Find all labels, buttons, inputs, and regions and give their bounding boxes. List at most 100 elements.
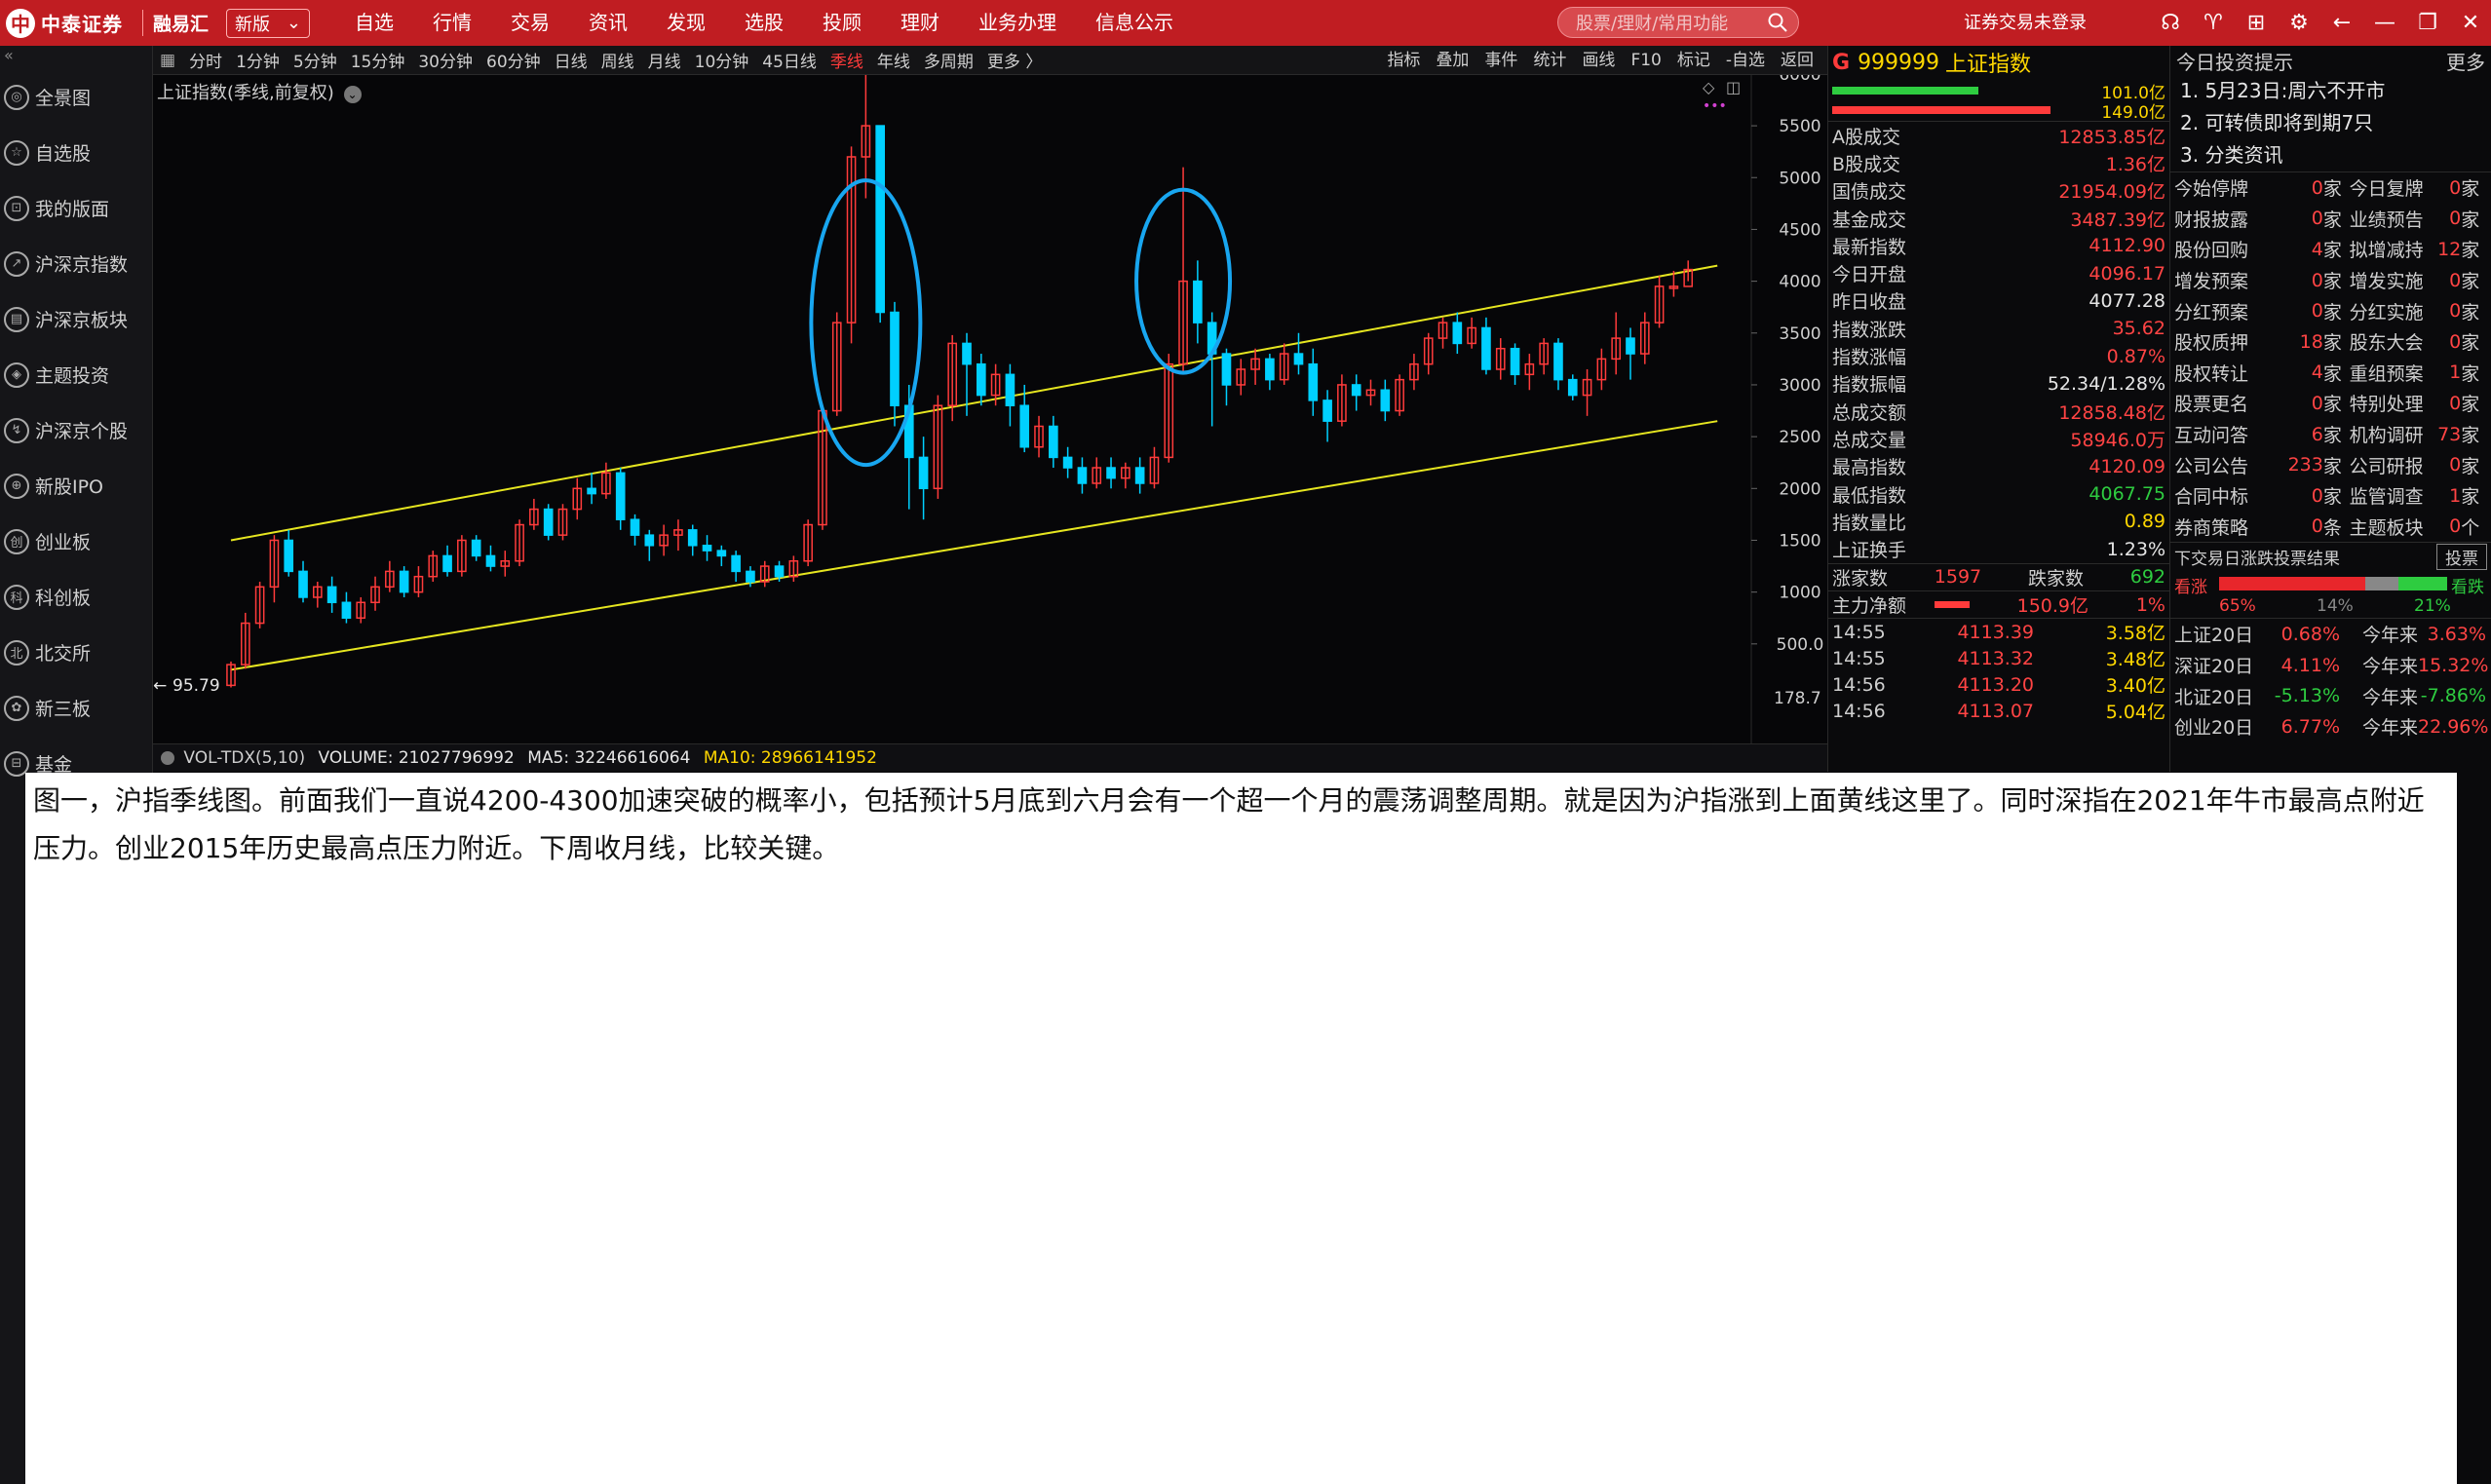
- period-tab-8[interactable]: 月线: [641, 48, 688, 72]
- perf-20d: 0.68%: [2280, 623, 2340, 645]
- period-tab-10[interactable]: 45日线: [755, 48, 824, 72]
- headset-icon[interactable]: ☊: [2154, 11, 2187, 35]
- version-select[interactable]: 新版 ⌄: [226, 8, 311, 38]
- chart-tool-3[interactable]: 统计: [1525, 46, 1574, 75]
- login-status[interactable]: 证券交易未登录: [1964, 0, 2087, 46]
- quote-row-value: 35.62: [2112, 318, 2165, 340]
- stat-row[interactable]: 今始停牌 0 家今日复牌 0 家: [2170, 172, 2491, 204]
- sidebar-item-2[interactable]: ⊡ 我的版面: [0, 180, 152, 236]
- sidebar-item-9[interactable]: 科科创板: [0, 569, 152, 625]
- perf-row[interactable]: 创业20日 6.77% 今年来 22.96%: [2170, 711, 2491, 742]
- nav-item-7[interactable]: 理财: [881, 0, 959, 46]
- stat-row[interactable]: 合同中标 0 家监管调查 1 家: [2170, 480, 2491, 512]
- sidebar-item-8[interactable]: 创创业板: [0, 514, 152, 569]
- stat-row[interactable]: 股份回购 4 家拟增减持 12 家: [2170, 234, 2491, 265]
- period-tab-9[interactable]: 10分钟: [688, 48, 756, 72]
- nav-item-3[interactable]: 资讯: [569, 0, 647, 46]
- period-tab-0[interactable]: 分时: [182, 48, 229, 72]
- period-tab-2[interactable]: 5分钟: [287, 48, 344, 72]
- vote-pct-flat: 14%: [2317, 596, 2354, 617]
- chart-tool-8[interactable]: 返回: [1773, 46, 1821, 75]
- sidebar-item-7[interactable]: ⊕ 新股IPO: [0, 458, 152, 514]
- sidebar-item-3[interactable]: ↗ 沪深京指数: [0, 236, 152, 291]
- perf-row[interactable]: 北证20日 -5.13% 今年来 -7.86%: [2170, 680, 2491, 711]
- restore-icon[interactable]: ❐: [2411, 11, 2444, 35]
- nav-item-9[interactable]: 信息公示: [1076, 0, 1193, 46]
- down-count: 692: [2129, 566, 2165, 589]
- period-tab-3[interactable]: 15分钟: [344, 48, 412, 72]
- minimize-icon[interactable]: —: [2368, 11, 2401, 35]
- quote-row: 最高指数 4120.09: [1828, 453, 2169, 480]
- collapse-sidebar-icon[interactable]: «: [0, 46, 152, 69]
- sidebar-item-6[interactable]: ↯ 沪深京个股: [0, 402, 152, 458]
- g-icon[interactable]: G: [1832, 51, 1850, 75]
- chart-tool-6[interactable]: 标记: [1669, 46, 1718, 75]
- nav-item-0[interactable]: 自选: [335, 0, 413, 46]
- period-tab-13[interactable]: 多周期: [917, 48, 980, 72]
- chart-tool-4[interactable]: 画线: [1574, 46, 1623, 75]
- sidebar-item-10[interactable]: 北北交所: [0, 625, 152, 680]
- shirt-skin-icon[interactable]: ♈: [2197, 11, 2230, 35]
- candle-body: [687, 529, 698, 547]
- stat-row[interactable]: 互动问答 6 家机构调研 73 家: [2170, 419, 2491, 450]
- search-icon[interactable]: [1767, 12, 1788, 33]
- search-input[interactable]: 股票/理财/常用功能: [1557, 7, 1799, 38]
- tip-item-1[interactable]: 2. 可转债即将到期7只: [2170, 107, 2491, 139]
- period-tab-4[interactable]: 30分钟: [411, 48, 479, 72]
- nav-item-5[interactable]: 选股: [725, 0, 803, 46]
- brand-logo[interactable]: 中 中泰证券: [0, 8, 136, 38]
- tip-item-2[interactable]: 3. 分类资讯: [2170, 139, 2491, 171]
- stat-cell: 股权质押: [2174, 332, 2249, 355]
- vote-button[interactable]: 投票: [2436, 544, 2487, 571]
- period-tab-5[interactable]: 60分钟: [479, 48, 548, 72]
- stat-cell: 财报披露: [2174, 209, 2249, 231]
- period-tab-1[interactable]: 1分钟: [229, 48, 287, 72]
- perf-row[interactable]: 上证20日 0.68% 今年来 3.63%: [2170, 619, 2491, 650]
- nav-item-2[interactable]: 交易: [491, 0, 569, 46]
- stat-row[interactable]: 股权转让 4 家重组预案 1 家: [2170, 358, 2491, 389]
- sidebar-item-5[interactable]: ◈ 主题投资: [0, 347, 152, 402]
- chart-tool-2[interactable]: 事件: [1476, 46, 1525, 75]
- stat-cell: 家: [2322, 178, 2342, 201]
- stat-cell: 股票更名: [2174, 394, 2249, 416]
- stat-row[interactable]: 股票更名 0 家特别处理 0 家: [2170, 388, 2491, 419]
- kline-chart[interactable]: 上证指数(季线,前复权) ⌄ 6000550050004500400035003…: [153, 75, 1827, 770]
- perf-row[interactable]: 深证20日 4.11% 今年来 15.32%: [2170, 650, 2491, 681]
- mainflow-bar: [1934, 601, 1970, 609]
- nav-item-1[interactable]: 行情: [413, 0, 491, 46]
- sidebar-item-1[interactable]: ☆ 自选股: [0, 125, 152, 180]
- period-tab-12[interactable]: 年线: [870, 48, 917, 72]
- volume-indicator-name[interactable]: VOL-TDX(5,10): [183, 748, 305, 768]
- period-tab-14[interactable]: 更多 〉: [980, 48, 1049, 72]
- info-more-link[interactable]: 更多: [2446, 47, 2485, 75]
- nav-item-8[interactable]: 业务办理: [959, 0, 1076, 46]
- back-arrow-icon[interactable]: ←: [2325, 11, 2358, 35]
- stat-row[interactable]: 增发预案 0 家增发实施 0 家: [2170, 265, 2491, 296]
- chart-tool-1[interactable]: 叠加: [1428, 46, 1476, 75]
- tip-item-0[interactable]: 1. 5月23日:周六不开市: [2170, 75, 2491, 107]
- stat-row[interactable]: 财报披露 0 家业绩预告 0 家: [2170, 204, 2491, 235]
- stat-row[interactable]: 股权质押 18 家股东大会 0 家: [2170, 326, 2491, 358]
- sidebar-item-4[interactable]: ▤ 沪深京板块: [0, 291, 152, 347]
- chart-tool-5[interactable]: F10: [1623, 46, 1668, 75]
- chart-tool-7[interactable]: -自选: [1718, 46, 1773, 75]
- stat-row[interactable]: 公司公告 233 家公司研报 0 家: [2170, 449, 2491, 480]
- period-tab-11[interactable]: 季线: [824, 48, 870, 72]
- stat-row[interactable]: 分红预案 0 家分红实施 0 家: [2170, 295, 2491, 326]
- sidebar-item-0[interactable]: ◎ 全景图: [0, 69, 152, 125]
- stat-row[interactable]: 券商策略 0 条主题板块 0 个: [2170, 512, 2491, 543]
- grid-apps-icon[interactable]: ⊞: [2240, 11, 2273, 35]
- settings-icon[interactable]: ⚙: [2282, 11, 2316, 35]
- nav-item-6[interactable]: 投顾: [803, 0, 881, 46]
- close-icon[interactable]: ✕: [2454, 11, 2487, 35]
- indicator-toggle-icon[interactable]: [161, 751, 174, 765]
- sidebar-item-11[interactable]: ✿ 新三板: [0, 680, 152, 736]
- chart-tool-0[interactable]: 指标: [1379, 46, 1428, 75]
- period-tab-6[interactable]: 日线: [548, 48, 594, 72]
- period-tab-7[interactable]: 周线: [594, 48, 641, 72]
- ma10-value: MA10: 28966141952: [703, 748, 877, 768]
- menu-grid-icon[interactable]: ▦: [153, 51, 182, 70]
- sidebar-item-label: 沪深京板块: [35, 310, 129, 331]
- candle-body: [1193, 280, 1203, 323]
- nav-item-4[interactable]: 发现: [647, 0, 725, 46]
